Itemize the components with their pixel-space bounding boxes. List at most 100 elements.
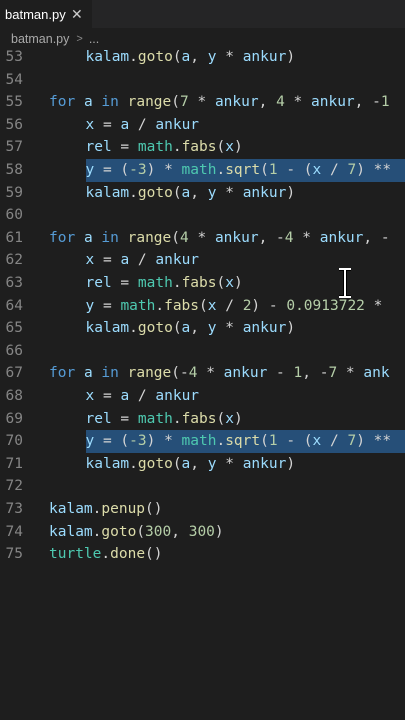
code-token: ( <box>260 162 269 178</box>
code-token: = ( <box>94 162 130 178</box>
line-number: 65 <box>5 320 23 337</box>
code-token: ( <box>171 94 180 111</box>
line-number: 53 <box>5 49 23 65</box>
code-line[interactable]: 73 kalam.penup() <box>0 498 405 521</box>
code-line[interactable]: 58 y = (-3) * math.sqrt(1 - (x / 7) ** <box>0 159 405 182</box>
code-line[interactable]: 54 <box>0 69 405 92</box>
line-number: 60 <box>5 207 23 224</box>
code-token: 300 <box>188 523 215 540</box>
code-token: 300 <box>145 523 172 540</box>
code-line[interactable]: 65 kalam.goto(a, y * ankur) <box>0 317 405 340</box>
code-token: a <box>181 320 191 337</box>
code-token: , - <box>258 229 285 246</box>
code-token: x <box>225 275 234 291</box>
code-line[interactable]: 53 kalam.goto(a, y * ankur) <box>0 46 405 69</box>
code-token: ankur <box>242 320 287 337</box>
code-line[interactable]: 61 for a in range(4 * ankur, -4 * ankur, … <box>0 227 405 250</box>
code-token: ankur <box>155 252 200 269</box>
code-token: ankur <box>242 49 287 65</box>
code-token: ) - <box>251 297 287 314</box>
code-token: . <box>129 320 138 337</box>
code-line[interactable]: 59 kalam.goto(a, y * ankur) <box>0 182 405 205</box>
code-token: ( <box>136 523 146 540</box>
code-token: for <box>49 229 76 246</box>
code-line[interactable]: 70 y = (-3) * math.sqrt(1 - (x / 7) ** <box>0 430 405 453</box>
line-number: 57 <box>5 139 23 156</box>
code-token: 7 <box>347 162 357 178</box>
code-token: . <box>129 49 138 65</box>
code-line[interactable]: 55 for a in range(7 * ankur, 4 * ankur, -… <box>0 91 405 114</box>
code-text: rel = math.fabs(x) <box>86 408 243 431</box>
code-token: goto <box>137 184 173 201</box>
code-line[interactable]: 71 kalam.goto(a, y * ankur) <box>0 453 405 476</box>
code-token: turtle <box>49 546 102 563</box>
code-token: ( <box>199 297 208 314</box>
code-token: kalam <box>85 184 130 201</box>
code-line[interactable]: 69 rel = math.fabs(x) <box>0 408 405 431</box>
line-number: 62 <box>5 252 23 269</box>
code-token: . <box>216 162 226 178</box>
tab-batman-py[interactable]: batman.py ✕ <box>0 0 92 28</box>
code-line[interactable]: 72 <box>0 475 405 498</box>
breadcrumb-file[interactable]: batman.py <box>11 32 69 46</box>
line-number: 61 <box>5 229 23 246</box>
code-line[interactable]: 67 for a in range(-4 * ankur - 1, -7 * an… <box>0 362 405 385</box>
code-token: , <box>171 523 189 540</box>
code-token: () <box>145 501 163 517</box>
code-token: ankur <box>214 94 259 111</box>
code-line[interactable]: 57 rel = math.fabs(x) <box>0 136 405 159</box>
code-token: goto <box>101 523 137 540</box>
code-text: rel = math.fabs(x) <box>86 136 243 159</box>
code-text: x = a / ankur <box>86 114 200 137</box>
code-token: rel <box>85 275 112 291</box>
code-token: * <box>284 94 311 111</box>
code-token: / <box>129 252 156 269</box>
code-token: 0.0913722 <box>286 297 365 314</box>
code-token: sqrt <box>225 162 261 178</box>
code-token: * <box>216 455 243 472</box>
code-token: / <box>321 162 348 178</box>
line-number: 64 <box>5 297 23 314</box>
code-text: for a in range(-4 * ankur - 1, -7 * ank <box>49 362 390 385</box>
tab-label: batman.py <box>5 7 66 22</box>
code-token: ankur <box>319 229 364 246</box>
chevron-right-icon: > <box>76 33 83 45</box>
code-line[interactable]: 66 <box>0 340 405 363</box>
code-line[interactable]: 60 <box>0 204 405 227</box>
code-token: = <box>111 410 138 427</box>
code-token: , <box>258 94 277 111</box>
code-editor[interactable]: 53 kalam.goto(a, y * ankur) 54 55 for a in r… <box>0 46 405 606</box>
code-token: a <box>181 455 191 472</box>
code-token: - ( <box>277 162 313 178</box>
code-line[interactable]: 68 x = a / ankur <box>0 385 405 408</box>
code-token: ) <box>286 184 296 201</box>
code-token: goto <box>137 455 173 472</box>
close-icon[interactable]: ✕ <box>71 7 83 23</box>
code-token: ankur <box>155 388 200 404</box>
code-token: a <box>120 252 130 269</box>
code-line[interactable]: 74 kalam.goto(300, 300) <box>0 521 405 544</box>
code-token: 1 <box>293 365 303 382</box>
breadcrumb-more[interactable]: ... <box>89 32 99 46</box>
code-line[interactable]: 75 turtle.done() <box>0 543 405 566</box>
code-token: , <box>190 49 208 65</box>
code-token: - <box>267 365 294 382</box>
line-number: 67 <box>5 365 23 382</box>
code-text: kalam.goto(a, y * ankur) <box>86 317 296 340</box>
code-line[interactable]: 56 x = a / ankur <box>0 114 405 137</box>
code-token: a <box>120 388 130 404</box>
code-token: in <box>101 365 119 382</box>
line-number: 59 <box>5 184 23 201</box>
code-token: = <box>94 297 121 314</box>
code-token: = ( <box>94 433 130 450</box>
code-token: y <box>85 162 95 178</box>
code-token: fabs <box>164 297 200 314</box>
code-text: kalam.penup() <box>49 498 163 521</box>
code-token: ( <box>171 229 180 246</box>
line-number: 74 <box>5 523 23 540</box>
code-token: . <box>129 455 138 472</box>
code-token: , <box>190 184 208 201</box>
line-number: 54 <box>5 71 23 88</box>
